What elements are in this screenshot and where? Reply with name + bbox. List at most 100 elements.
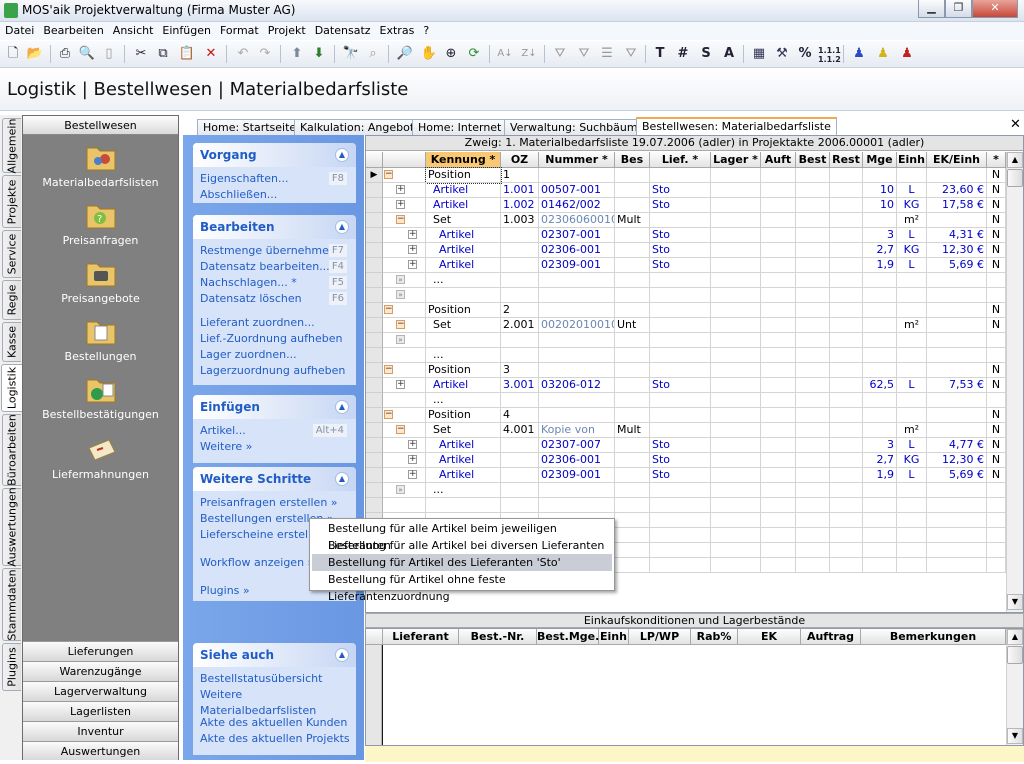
grid-cell[interactable]	[927, 483, 987, 498]
task-weitere-einfuegen[interactable]: Weitere »	[193, 439, 356, 455]
number-format-icon[interactable]: #	[673, 44, 693, 64]
table-row[interactable]: »	[366, 288, 1006, 303]
vtab-allgemein[interactable]: Allgemein	[2, 118, 21, 173]
text-format-icon[interactable]: T	[650, 44, 670, 64]
grid-cell[interactable]	[761, 348, 796, 363]
menu-item-alle-jeweiligen[interactable]: Bestellung für alle Artikel beim jeweili…	[312, 520, 612, 552]
new-document-icon[interactable]: 🗋	[3, 44, 23, 64]
grid-cell[interactable]	[650, 168, 711, 183]
grid-cell[interactable]	[897, 288, 927, 303]
grid-cell[interactable]: ...	[426, 273, 501, 288]
grid-cell[interactable]	[830, 318, 863, 333]
grid-cell[interactable]	[615, 363, 650, 378]
grid-cell[interactable]	[987, 348, 1006, 363]
grid-cell[interactable]	[539, 288, 615, 303]
grid-cell[interactable]	[987, 393, 1006, 408]
grid-cell[interactable]	[615, 228, 650, 243]
grid-cell[interactable]: N	[987, 168, 1006, 183]
collapse-node-icon[interactable]: −	[384, 365, 393, 374]
grid-cell[interactable]	[650, 423, 711, 438]
grid-cell[interactable]: 2.001	[501, 318, 539, 333]
grid-cell[interactable]: Artikel	[426, 243, 501, 258]
grid-cell[interactable]	[830, 183, 863, 198]
grid-cell[interactable]	[650, 408, 711, 423]
row-indicator[interactable]: ▶	[366, 168, 383, 183]
grid-cell[interactable]: Artikel	[426, 198, 501, 213]
grid-cell[interactable]: Set	[426, 423, 501, 438]
grid-cell[interactable]	[796, 408, 830, 423]
grid-cell[interactable]	[830, 288, 863, 303]
collapse-node-icon[interactable]: −	[384, 305, 393, 314]
print-icon[interactable]: ⎙	[55, 44, 75, 64]
numbering-icon[interactable]: 1.1.1 1.1.2	[818, 44, 841, 64]
grid-cell[interactable]	[711, 318, 761, 333]
grid-cell[interactable]: m²	[897, 318, 927, 333]
column-header[interactable]: Nummer *	[539, 152, 615, 168]
grid-cell[interactable]: Position	[425, 167, 502, 184]
grid-cell[interactable]	[539, 408, 615, 423]
grid-cell[interactable]: Sto	[650, 228, 711, 243]
task-weitere-materialbedarfslisten[interactable]: Weitere Materialbedarfslisten	[193, 687, 356, 717]
grid-cell[interactable]	[501, 438, 539, 453]
row-indicator[interactable]	[366, 228, 383, 243]
grid-cell[interactable]	[539, 348, 615, 363]
grid-cell[interactable]: Sto	[650, 243, 711, 258]
grid-cell[interactable]: Mult	[615, 423, 650, 438]
grid-cell[interactable]	[501, 228, 539, 243]
grid-cell[interactable]	[863, 303, 897, 318]
grid-cell[interactable]	[615, 438, 650, 453]
grid-cell[interactable]	[615, 243, 650, 258]
task-lief-zuordnung-aufheben[interactable]: Lief.-Zuordnung aufheben	[193, 331, 356, 347]
row-arrow-icon[interactable]: »	[396, 275, 405, 284]
scroll-down-icon[interactable]: ▼	[1007, 728, 1023, 744]
grid-cell[interactable]	[615, 258, 650, 273]
nav-warenzugaenge-button[interactable]: Warenzugänge	[23, 661, 178, 681]
grid-cell[interactable]	[830, 243, 863, 258]
grid-cell[interactable]: Sto	[650, 198, 711, 213]
grid-cell[interactable]: N	[987, 183, 1006, 198]
grid-cell[interactable]	[863, 288, 897, 303]
collapse-node-icon[interactable]: −	[384, 410, 393, 419]
column-header[interactable]: Lieferant	[383, 629, 459, 645]
grid-cell[interactable]: 02307-007	[539, 438, 615, 453]
grid-cell[interactable]	[761, 423, 796, 438]
page-setup-icon[interactable]: ▯	[99, 44, 119, 64]
grid-cell[interactable]	[830, 198, 863, 213]
column-header[interactable]: Auft	[761, 152, 796, 168]
grid-cell[interactable]: L	[897, 468, 927, 483]
grid-cell[interactable]: 5,69 €	[927, 258, 987, 273]
column-header[interactable]: Einh	[599, 629, 629, 645]
grid-cell[interactable]	[650, 213, 711, 228]
grid-cell[interactable]	[615, 288, 650, 303]
grid-cell[interactable]	[711, 363, 761, 378]
grid-cell[interactable]	[615, 378, 650, 393]
grid-cell[interactable]	[897, 333, 927, 348]
row-indicator[interactable]	[366, 288, 383, 303]
collapse-node-icon[interactable]: −	[396, 320, 405, 329]
grid-cell[interactable]	[761, 288, 796, 303]
task-preisanfragen-erstellen[interactable]: Preisanfragen erstellen »	[193, 495, 356, 511]
nav-preisanfragen[interactable]: ? Preisanfragen	[23, 200, 178, 247]
grid-cell[interactable]	[863, 423, 897, 438]
grid-cell[interactable]	[897, 273, 927, 288]
grid-cell[interactable]	[539, 363, 615, 378]
task-lieferant-zuordnen[interactable]: Lieferant zuordnen...	[193, 315, 356, 331]
grid-cell[interactable]: ...	[426, 393, 501, 408]
grid-cell[interactable]	[501, 348, 539, 363]
user-yellow-icon[interactable]: ♟	[873, 44, 893, 64]
grid-cell[interactable]	[927, 408, 987, 423]
grid-cell[interactable]	[927, 273, 987, 288]
grid-cell[interactable]	[761, 168, 796, 183]
grid-cell[interactable]: L	[897, 378, 927, 393]
grid-cell[interactable]: N	[987, 408, 1006, 423]
grid-cell[interactable]	[796, 438, 830, 453]
table-row[interactable]: − Position 4 N	[366, 408, 1006, 423]
grid-cell[interactable]: KG	[897, 198, 927, 213]
grid-cell[interactable]	[927, 363, 987, 378]
vtab-auswertungen[interactable]: Auswertungen	[2, 487, 21, 567]
grid-cell[interactable]	[761, 303, 796, 318]
column-header[interactable]: Kennung *	[426, 152, 501, 168]
grid-cell[interactable]: 03206-012	[539, 378, 615, 393]
grid-cell[interactable]	[897, 393, 927, 408]
grid-cell[interactable]	[501, 258, 539, 273]
